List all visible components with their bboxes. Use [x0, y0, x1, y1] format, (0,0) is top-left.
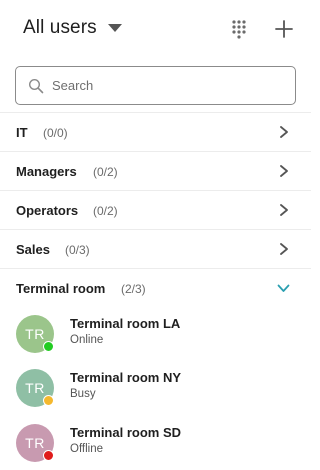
user-status: Offline — [70, 443, 104, 455]
group-count: (2/3) — [121, 282, 146, 296]
chevron-right-icon — [280, 165, 288, 177]
chevron-right-icon — [280, 243, 288, 255]
group-row-sales[interactable]: Sales (0/3) — [0, 229, 311, 268]
group-row-managers[interactable]: Managers (0/2) — [0, 151, 311, 190]
group-name: Sales — [16, 242, 50, 257]
group-count: (0/2) — [93, 204, 118, 218]
chevron-down-icon — [277, 284, 290, 292]
user-name: Terminal room NY — [70, 370, 182, 385]
user-name: Terminal room LA — [70, 316, 181, 331]
plus-icon[interactable] — [273, 18, 295, 40]
search-input[interactable] — [52, 67, 282, 104]
user-status: Busy — [70, 388, 96, 400]
caret-down-icon[interactable] — [108, 24, 122, 32]
chevron-right-icon — [280, 126, 288, 138]
status-offline-icon — [43, 450, 54, 461]
group-row-it[interactable]: IT (0/0) — [0, 112, 311, 151]
group-name: Terminal room — [16, 281, 106, 296]
page-title[interactable]: All users — [23, 17, 97, 39]
group-row-terminal-room[interactable]: Terminal room (2/3) — [0, 268, 311, 307]
group-count: (0/0) — [43, 126, 68, 140]
user-row-terminal-room-sd[interactable]: TR Terminal room SD Offline — [0, 424, 311, 470]
user-row-terminal-room-la[interactable]: TR Terminal room LA Online — [0, 315, 311, 369]
chevron-right-icon — [280, 204, 288, 216]
user-name: Terminal room SD — [70, 425, 182, 440]
user-status: Online — [70, 334, 104, 346]
group-count: (0/2) — [93, 165, 118, 179]
group-name: IT — [16, 125, 28, 140]
status-busy-icon — [43, 395, 54, 406]
status-online-icon — [43, 341, 54, 352]
search-box — [15, 66, 296, 105]
user-row-terminal-room-ny[interactable]: TR Terminal room NY Busy — [0, 369, 311, 423]
search-icon — [28, 78, 44, 94]
group-count: (0/3) — [65, 243, 90, 257]
group-name: Operators — [16, 203, 79, 218]
header: All users — [0, 0, 311, 60]
dialpad-icon[interactable] — [231, 19, 247, 39]
group-row-operators[interactable]: Operators (0/2) — [0, 190, 311, 229]
group-name: Managers — [16, 164, 77, 179]
